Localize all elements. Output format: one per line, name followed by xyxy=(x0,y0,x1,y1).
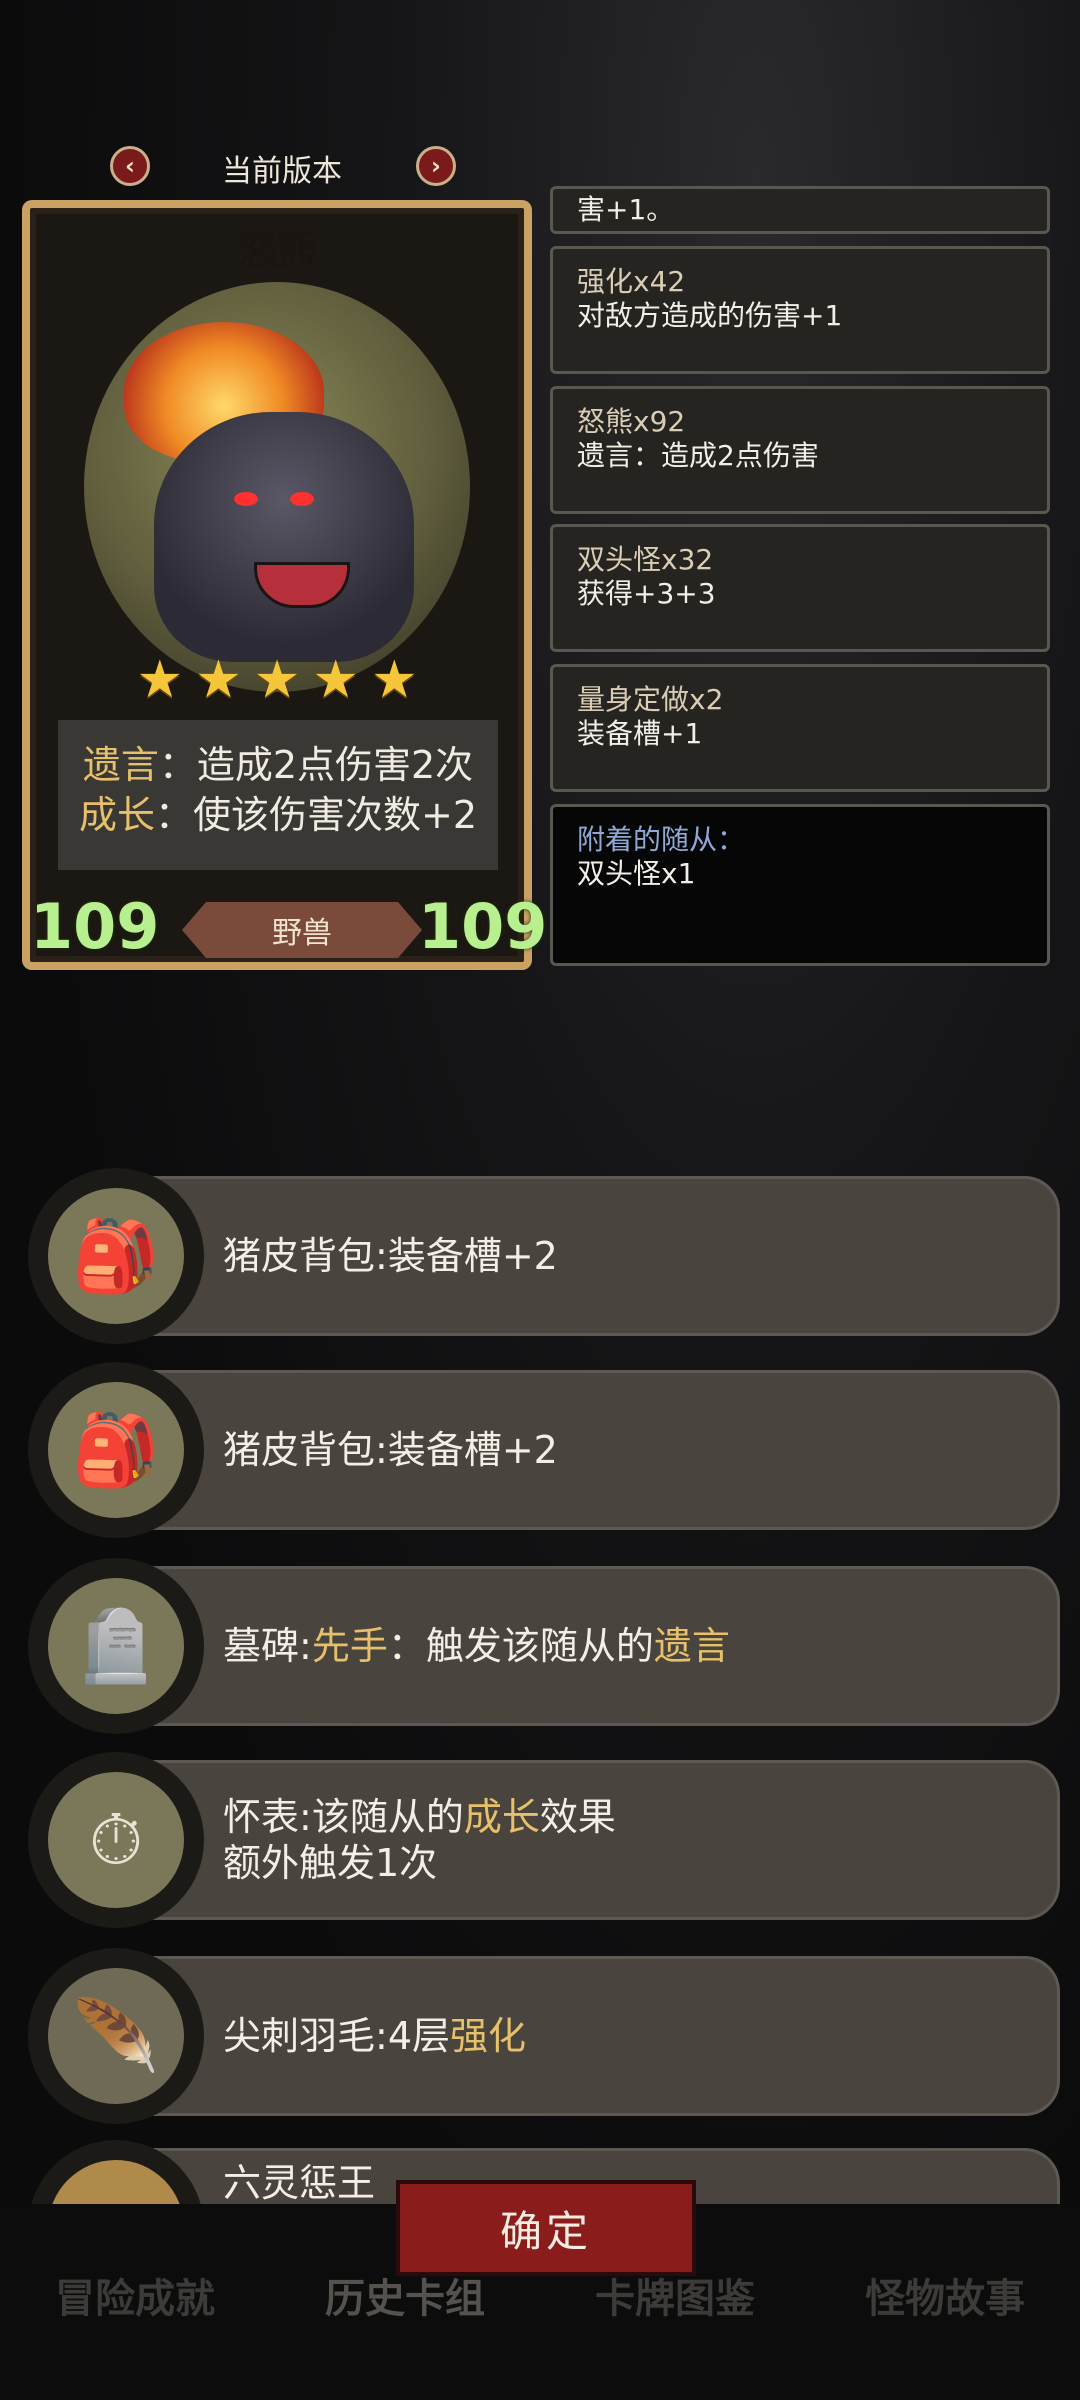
attached-minion-box: 附着的随从： 双头怪x1 xyxy=(550,804,1050,966)
item-effect-line2: 额外触发1次 xyxy=(223,1841,438,1885)
item-name: 六灵惩王 xyxy=(223,2161,376,2204)
deathrattle-keyword: 遗言 xyxy=(82,743,159,787)
attached-desc: 双头怪x1 xyxy=(577,857,696,890)
effect-desc: 遗言：造成2点伤害 xyxy=(577,439,819,472)
equipment-item[interactable]: 🪶 尖刺羽毛:4层强化 xyxy=(28,1948,1060,2124)
item-keyword: 强化 xyxy=(450,2014,527,2058)
effect-title: 量身定做x2 xyxy=(577,683,724,716)
effect-box: 怒熊x92 遗言：造成2点伤害 xyxy=(550,386,1050,514)
equipment-item[interactable]: ⏱ 怀表:该随从的成长效果 额外触发1次 xyxy=(28,1752,1060,1928)
item-effect-suffix: 效果 xyxy=(539,1795,616,1839)
item-separator: : xyxy=(375,2014,388,2058)
spiked-feather-icon: 🪶 xyxy=(48,1968,184,2104)
tab-monster-stories[interactable]: 怪物故事 xyxy=(865,2266,1025,2324)
item-name: 猪皮背包 xyxy=(223,1234,376,1278)
card-description: 遗言：造成2点伤害2次 成长：使该伤害次数+2 xyxy=(58,720,498,870)
item-text: 猪皮背包:装备槽+2 xyxy=(223,1168,558,1344)
item-icon-frame: 🎒 xyxy=(28,1168,204,1344)
item-effect: 装备槽+2 xyxy=(387,1234,558,1278)
item-icon-frame: ⏱ xyxy=(28,1752,204,1928)
item-separator: : xyxy=(299,1624,312,1668)
prev-version-button[interactable]: ‹ xyxy=(110,146,150,186)
item-separator: : xyxy=(299,1795,312,1839)
attached-title: 附着的随从： xyxy=(577,823,746,856)
effect-desc: 装备槽+1 xyxy=(577,717,703,750)
effect-desc: 获得+3+3 xyxy=(577,577,716,610)
item-separator: : xyxy=(375,1234,388,1278)
item-name: 尖刺羽毛 xyxy=(223,2014,376,2058)
equipment-item[interactable]: 🪦 墓碑:先手：触发该随从的遗言 xyxy=(28,1558,1060,1734)
effect-desc: 对敌方造成的伤害+1 xyxy=(577,299,843,332)
card-name: 怒熊 xyxy=(237,228,317,274)
effect-title: 怒熊x92 xyxy=(577,405,686,438)
attack-value: 109 xyxy=(30,890,160,963)
pig-backpack-icon: 🎒 xyxy=(48,1382,184,1518)
item-icon-frame: 🎒 xyxy=(28,1362,204,1538)
pocket-watch-icon: ⏱ xyxy=(48,1772,184,1908)
effect-box: 量身定做x2 装备槽+1 xyxy=(550,664,1050,792)
item-text: 尖刺羽毛:4层强化 xyxy=(223,1948,526,2124)
health-value: 109 xyxy=(418,890,548,963)
item-icon-frame: 🪶 xyxy=(28,1948,204,2124)
bear-eye-right xyxy=(290,492,314,506)
star-icon: ★ xyxy=(370,650,418,710)
effect-box: 害+1。 xyxy=(550,186,1050,234)
tab-adventure-achievements[interactable]: 冒险成就 xyxy=(55,2266,215,2324)
tombstone-icon: 🪦 xyxy=(48,1578,184,1714)
item-icon-frame: 🪦 xyxy=(28,1558,204,1734)
star-rating: ★ ★ ★ ★ ★ xyxy=(22,650,532,710)
item-name: 怀表 xyxy=(223,1795,300,1839)
pig-backpack-icon: 🎒 xyxy=(48,1188,184,1324)
deathrattle-text: ：造成2点伤害2次 xyxy=(158,743,474,787)
tribe-badge: 野兽 xyxy=(182,902,422,958)
item-text: 墓碑:先手：触发该随从的遗言 xyxy=(223,1558,730,1734)
star-icon: ★ xyxy=(312,650,359,710)
growth-keyword: 成长 xyxy=(78,793,155,837)
item-keyword: 成长 xyxy=(463,1795,540,1839)
effect-box: 双头怪x32 获得+3+3 xyxy=(550,524,1050,652)
equipment-item[interactable]: 🎒 猪皮背包:装备槽+2 xyxy=(28,1168,1060,1344)
item-text: 猪皮背包:装备槽+2 xyxy=(223,1362,558,1538)
confirm-button[interactable]: 确定 xyxy=(396,2180,696,2276)
star-icon: ★ xyxy=(136,650,184,710)
item-effect: 装备槽+2 xyxy=(387,1428,558,1472)
item-keyword-first: 先手 xyxy=(311,1624,388,1668)
item-text: 六灵惩王 xyxy=(223,2160,375,2204)
item-text: 怀表:该随从的成长效果 额外触发1次 xyxy=(223,1752,616,1928)
chevron-right-icon: › xyxy=(431,152,441,180)
item-effect: ：触发该随从的 xyxy=(387,1624,654,1668)
item-name: 猪皮背包 xyxy=(223,1428,376,1472)
version-label: 当前版本 xyxy=(222,154,342,189)
equipment-item[interactable]: 🎒 猪皮背包:装备槽+2 xyxy=(28,1362,1060,1538)
bear-body xyxy=(154,412,414,662)
minion-card: 怒熊 ★ ★ ★ ★ ★ 遗言：造成2点伤害2次 成长：使该伤害次数+2 109 野兽 … xyxy=(22,200,547,970)
chevron-left-icon: ‹ xyxy=(125,152,135,180)
effect-desc: 害+1。 xyxy=(577,193,675,226)
effect-title: 强化x42 xyxy=(577,265,686,298)
item-keyword: 遗言 xyxy=(653,1624,730,1668)
bear-portrait xyxy=(84,282,470,692)
star-icon: ★ xyxy=(195,650,242,710)
growth-text: ：使该伤害次数+2 xyxy=(154,793,478,837)
item-effect: 该随从的 xyxy=(311,1795,464,1839)
partial-item-icon xyxy=(48,2160,184,2204)
star-icon: ★ xyxy=(253,650,301,710)
item-effect: 4层 xyxy=(387,2014,451,2058)
bear-eye-left xyxy=(234,492,258,506)
item-separator: : xyxy=(375,1428,388,1472)
effect-box: 强化x42 对敌方造成的伤害+1 xyxy=(550,246,1050,374)
effect-title: 双头怪x32 xyxy=(577,543,714,576)
next-version-button[interactable]: › xyxy=(416,146,456,186)
item-name: 墓碑 xyxy=(223,1624,300,1668)
